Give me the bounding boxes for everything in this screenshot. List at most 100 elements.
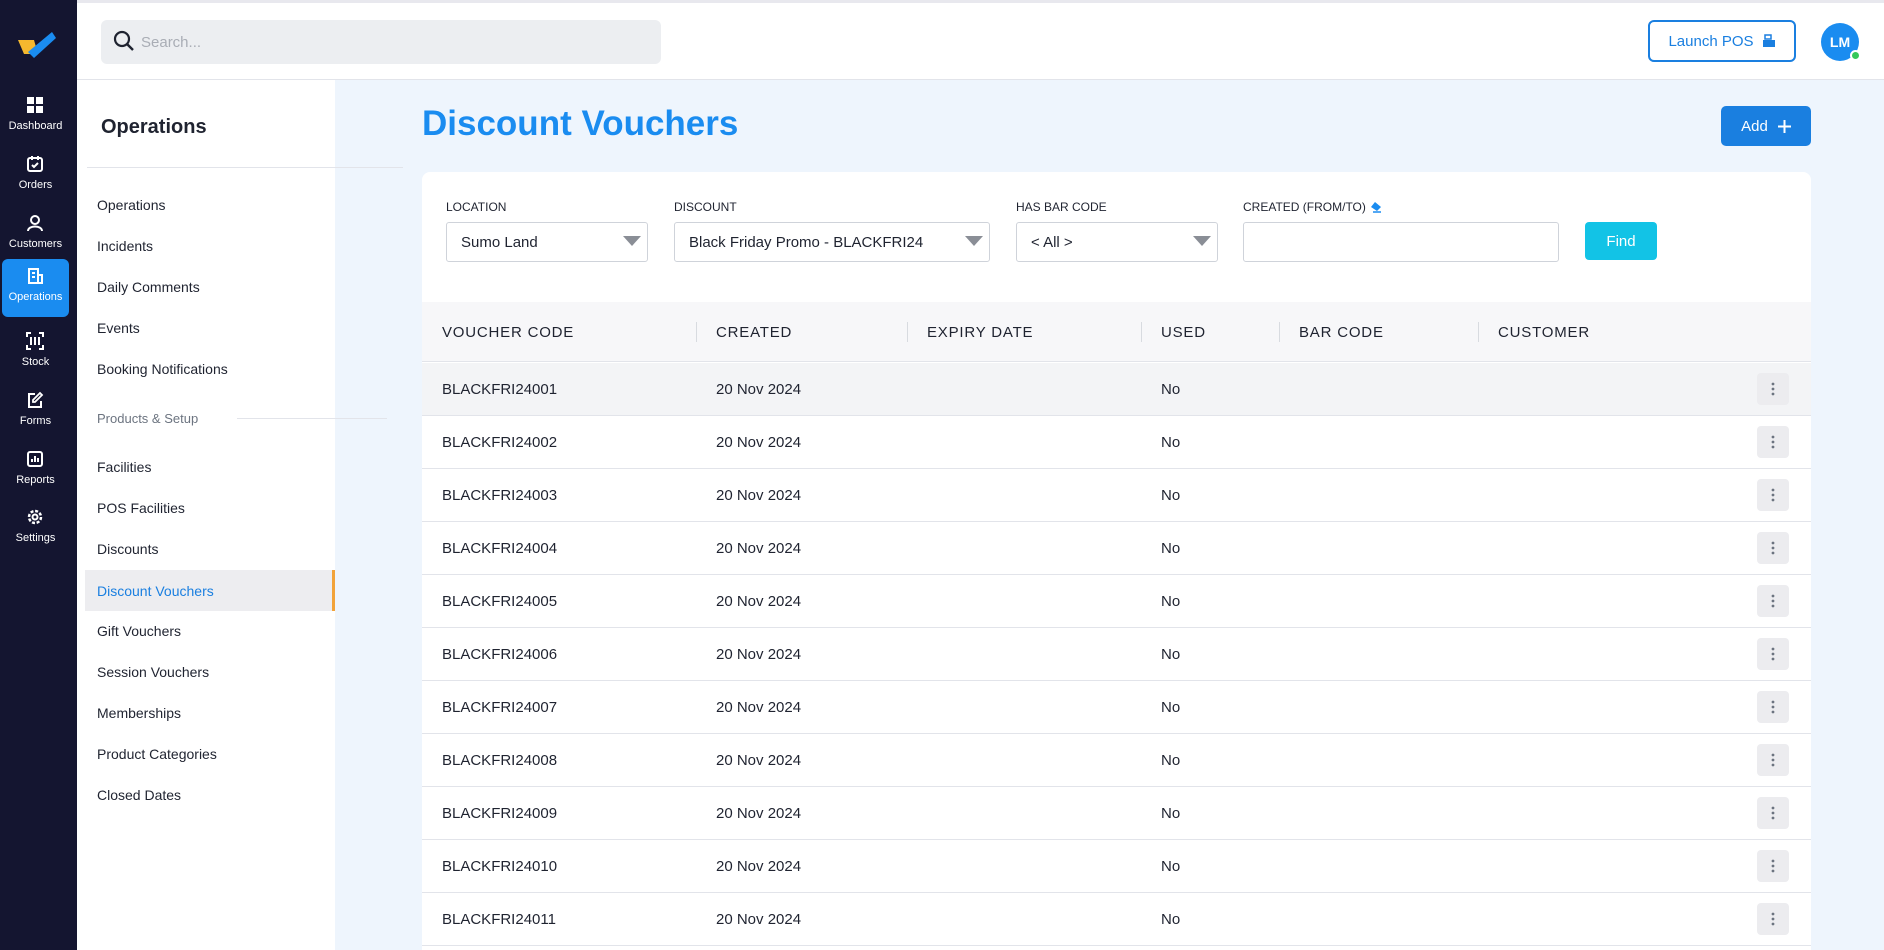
voucher-code-cell: BLACKFRI24011 <box>442 911 556 928</box>
location-select-value: Sumo Land <box>461 233 538 251</box>
rail-item-settings[interactable]: Settings <box>2 500 69 558</box>
row-actions-button[interactable] <box>1757 903 1789 935</box>
subnav-item-daily-comments[interactable]: Daily Comments <box>85 266 335 307</box>
voucher-code-cell: BLACKFRI24002 <box>442 434 558 451</box>
search-input[interactable] <box>141 20 641 64</box>
row-actions-button[interactable] <box>1757 638 1789 670</box>
column-separator <box>1478 322 1479 342</box>
voucher-code-cell: BLACKFRI24009 <box>442 805 558 822</box>
discount-filter-label: DISCOUNT <box>674 200 737 214</box>
table-row[interactable]: BLACKFRI24008 20 Nov 2024 No <box>422 734 1811 787</box>
discount-select[interactable]: Black Friday Promo - BLACKFRI24 <box>674 222 990 262</box>
rail-item-orders[interactable]: Orders <box>2 147 69 205</box>
rail-item-operations[interactable]: Operations <box>2 259 69 317</box>
column-header-created[interactable]: CREATED <box>716 302 792 362</box>
chevron-down-icon <box>1193 236 1211 246</box>
table-row[interactable]: BLACKFRI24010 20 Nov 2024 No <box>422 840 1811 893</box>
table-row[interactable]: BLACKFRI24002 20 Nov 2024 No <box>422 416 1811 469</box>
table-row[interactable]: BLACKFRI24006 20 Nov 2024 No <box>422 628 1811 681</box>
subnav-item-gift-vouchers[interactable]: Gift Vouchers <box>85 610 335 651</box>
rail-item-forms[interactable]: Forms <box>2 383 69 441</box>
table-row[interactable]: BLACKFRI24003 20 Nov 2024 No <box>422 469 1811 522</box>
created-cell: 20 Nov 2024 <box>716 487 802 504</box>
rail-item-stock[interactable]: Stock <box>2 324 69 382</box>
table-row[interactable]: BLACKFRI24009 20 Nov 2024 No <box>422 787 1811 840</box>
row-actions-button[interactable] <box>1757 691 1789 723</box>
vouchers-card: LOCATION Sumo Land DISCOUNT Black Friday… <box>422 172 1811 950</box>
used-cell: No <box>1161 540 1181 557</box>
subnav-item-memberships[interactable]: Memberships <box>85 692 335 733</box>
column-header-used[interactable]: USED <box>1161 302 1206 362</box>
used-cell: No <box>1161 699 1181 716</box>
orders-icon <box>27 156 43 172</box>
kebab-menu-icon <box>1771 700 1775 714</box>
subnav-item-product-categories[interactable]: Product Categories <box>85 733 335 774</box>
location-select[interactable]: Sumo Land <box>446 222 648 262</box>
subnav-item-discounts[interactable]: Discounts <box>85 528 335 569</box>
column-header-expiry-date[interactable]: EXPIRY DATE <box>927 302 1033 362</box>
subnav-item-session-vouchers[interactable]: Session Vouchers <box>85 651 335 692</box>
kebab-menu-icon <box>1771 647 1775 661</box>
user-avatar[interactable]: LM <box>1821 23 1861 61</box>
find-button[interactable]: Find <box>1585 222 1657 260</box>
created-cell: 20 Nov 2024 <box>716 699 802 716</box>
subnav-item-pos-facilities[interactable]: POS Facilities <box>85 487 335 528</box>
row-actions-button[interactable] <box>1757 426 1789 458</box>
subnav-item-discount-vouchers[interactable]: Discount Vouchers <box>85 570 335 611</box>
subnav-item-incidents[interactable]: Incidents <box>85 225 335 266</box>
kebab-menu-icon <box>1771 859 1775 873</box>
rail-item-reports[interactable]: Reports <box>2 442 69 500</box>
subnav-item-closed-dates[interactable]: Closed Dates <box>85 774 335 815</box>
table-row[interactable]: BLACKFRI24004 20 Nov 2024 No <box>422 522 1811 575</box>
row-actions-button[interactable] <box>1757 744 1789 776</box>
table-row[interactable]: BLACKFRI24005 20 Nov 2024 No <box>422 575 1811 628</box>
created-cell: 20 Nov 2024 <box>716 381 802 398</box>
row-actions-button[interactable] <box>1757 373 1789 405</box>
subnav-title: Operations <box>101 116 207 138</box>
created-cell: 20 Nov 2024 <box>716 911 802 928</box>
search-box[interactable] <box>101 20 661 64</box>
subnav-item-booking-notifications[interactable]: Booking Notifications <box>85 348 335 389</box>
kebab-menu-icon <box>1771 382 1775 396</box>
table-row[interactable]: BLACKFRI24011 20 Nov 2024 No <box>422 893 1811 946</box>
table-header: VOUCHER CODE CREATED EXPIRY DATE USED BA… <box>422 302 1811 362</box>
voucher-code-cell: BLACKFRI24005 <box>442 593 558 610</box>
rail-item-dashboard[interactable]: Dashboard <box>2 88 69 146</box>
customers-icon <box>27 215 43 232</box>
rail-item-customers[interactable]: Customers <box>2 206 69 264</box>
rail-label: Stock <box>21 356 50 368</box>
eraser-icon[interactable] <box>1370 201 1382 213</box>
rail-label: Forms <box>19 415 52 427</box>
used-cell: No <box>1161 593 1181 610</box>
add-label: Add <box>1741 117 1768 135</box>
row-actions-button[interactable] <box>1757 585 1789 617</box>
row-actions-button[interactable] <box>1757 532 1789 564</box>
rail-label: Settings <box>15 532 56 544</box>
column-header-customer[interactable]: CUSTOMER <box>1498 302 1590 362</box>
column-header-bar-code[interactable]: BAR CODE <box>1299 302 1384 362</box>
barcode-select[interactable]: < All > <box>1016 222 1218 262</box>
kebab-menu-icon <box>1771 753 1775 767</box>
created-date-range-input[interactable] <box>1243 222 1559 262</box>
pos-register-icon <box>1762 34 1775 47</box>
created-cell: 20 Nov 2024 <box>716 646 802 663</box>
used-cell: No <box>1161 487 1181 504</box>
row-actions-button[interactable] <box>1757 850 1789 882</box>
used-cell: No <box>1161 805 1181 822</box>
launch-pos-button[interactable]: Launch POS <box>1648 20 1796 62</box>
table-row[interactable]: BLACKFRI24007 20 Nov 2024 No <box>422 681 1811 734</box>
rail-label: Operations <box>8 291 63 303</box>
subnav-item-operations[interactable]: Operations <box>85 184 335 225</box>
subnav-item-facilities[interactable]: Facilities <box>85 446 335 487</box>
stock-icon <box>26 332 44 350</box>
row-actions-button[interactable] <box>1757 479 1789 511</box>
voucher-code-cell: BLACKFRI24007 <box>442 699 558 716</box>
column-header-voucher-code[interactable]: VOUCHER CODE <box>442 302 574 362</box>
add-voucher-button[interactable]: Add <box>1721 106 1811 146</box>
table-row[interactable]: BLACKFRI24001 20 Nov 2024 No <box>422 363 1811 416</box>
subnav-item-events[interactable]: Events <box>85 307 335 348</box>
app-logo-icon[interactable] <box>16 28 56 62</box>
row-actions-button[interactable] <box>1757 797 1789 829</box>
used-cell: No <box>1161 911 1181 928</box>
kebab-menu-icon <box>1771 435 1775 449</box>
